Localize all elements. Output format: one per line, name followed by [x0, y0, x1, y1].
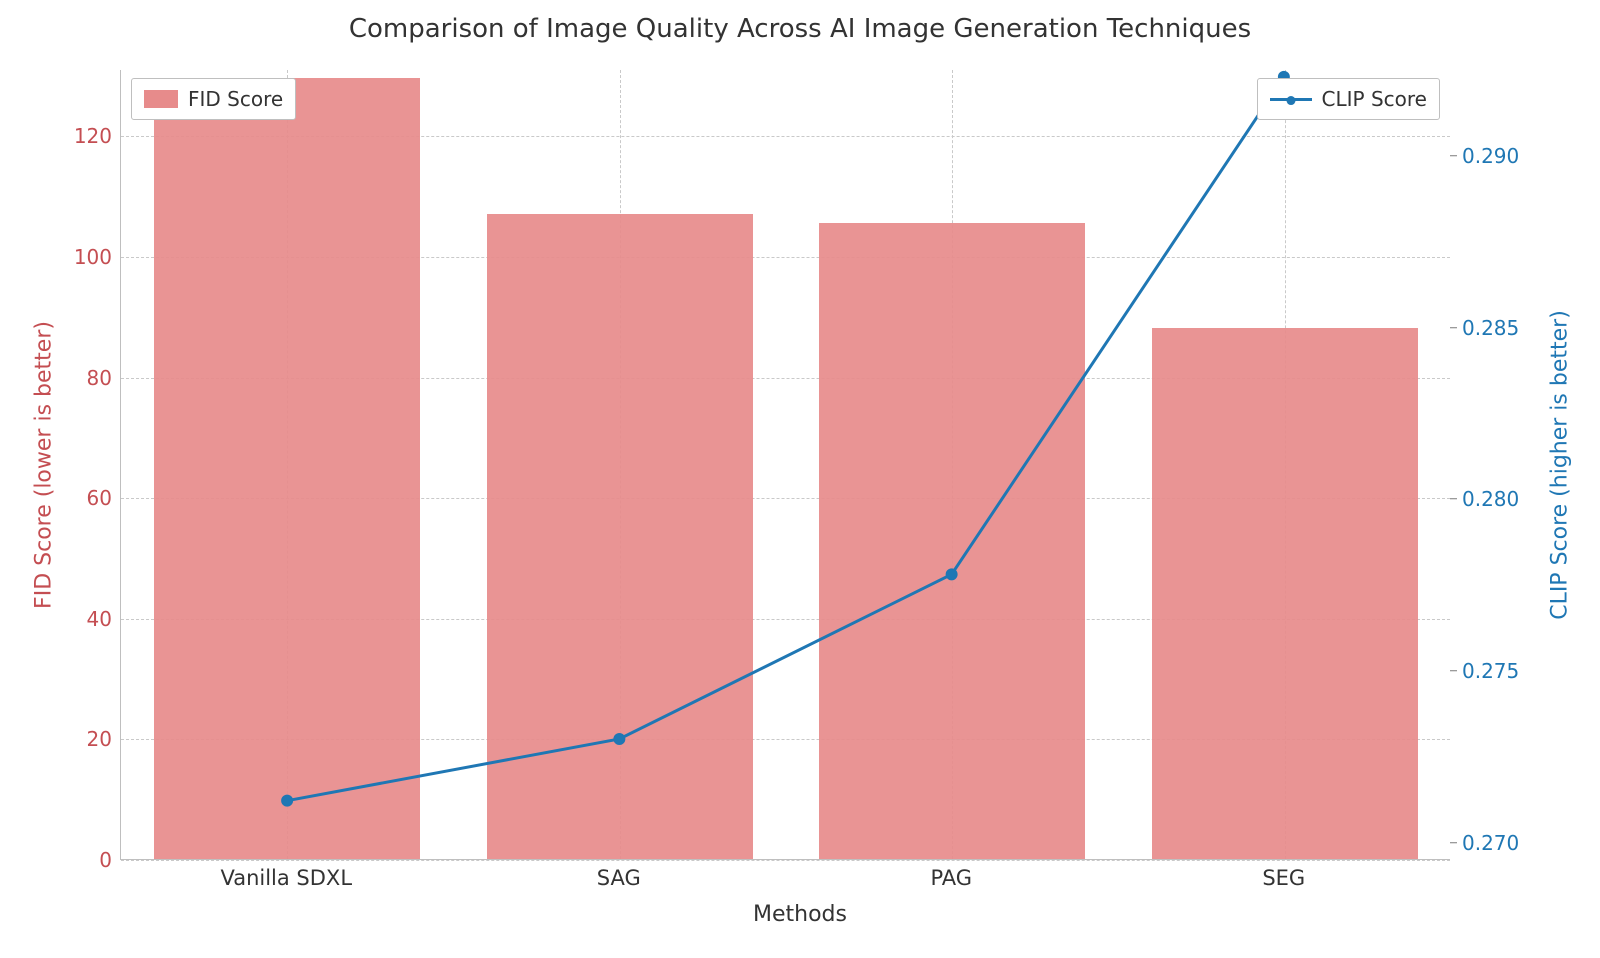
- x-axis-label: Methods: [0, 902, 1600, 927]
- ytick-left: 80: [87, 366, 112, 390]
- chart-title: Comparison of Image Quality Across AI Im…: [0, 14, 1600, 44]
- xtick: Vanilla SDXL: [220, 866, 352, 890]
- legend-fid: FID Score: [131, 78, 296, 120]
- y-axis-right-label: CLIP Score (higher is better): [1548, 310, 1573, 620]
- ytick-mark: [1450, 670, 1457, 671]
- legend-swatch-bar: [144, 90, 178, 108]
- gridline: [121, 860, 1450, 861]
- clip-line-series: [121, 70, 1450, 859]
- ytick-left: 60: [87, 486, 112, 510]
- legend-swatch-line: [1270, 98, 1312, 101]
- ytick-mark: [1450, 155, 1457, 156]
- y-axis-left-label: FID Score (lower is better): [32, 321, 57, 609]
- ytick-left: 100: [74, 245, 112, 269]
- legend-fid-label: FID Score: [188, 87, 283, 111]
- ytick-right: 0.280: [1462, 487, 1519, 511]
- ytick-mark: [1450, 842, 1457, 843]
- plot-area: FID Score CLIP Score: [120, 70, 1450, 860]
- ytick-left: 0: [99, 848, 112, 872]
- ytick-left: 40: [87, 607, 112, 631]
- chart-figure: Comparison of Image Quality Across AI Im…: [0, 0, 1600, 958]
- ytick-mark: [1450, 499, 1457, 500]
- xtick: SAG: [597, 866, 641, 890]
- ytick-right: 0.285: [1462, 316, 1519, 340]
- xtick: SEG: [1262, 866, 1305, 890]
- ytick-left: 20: [87, 727, 112, 751]
- legend-clip-label: CLIP Score: [1322, 87, 1427, 111]
- ytick-right: 0.270: [1462, 831, 1519, 855]
- xtick: PAG: [930, 866, 972, 890]
- ytick-right: 0.275: [1462, 659, 1519, 683]
- legend-clip: CLIP Score: [1257, 78, 1440, 120]
- ytick-right: 0.290: [1462, 144, 1519, 168]
- ytick-left: 120: [74, 124, 112, 148]
- ytick-mark: [1450, 327, 1457, 328]
